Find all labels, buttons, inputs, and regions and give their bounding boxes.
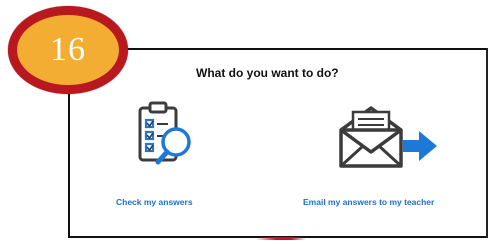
envelope-arrow-icon[interactable]: [333, 100, 445, 172]
step-number: 16: [50, 31, 86, 68]
dialog-question: What do you want to do?: [196, 66, 339, 80]
check-answers-label[interactable]: Check my answers: [116, 197, 193, 207]
email-answers-label[interactable]: Email my answers to my teacher: [303, 197, 434, 207]
dialog-panel-right-edge: [486, 48, 488, 238]
clipboard-magnifier-icon[interactable]: [134, 100, 198, 172]
email-answers-option[interactable]: Email my answers to my teacher: [295, 100, 485, 210]
step-number-badge-fill: 16: [17, 15, 119, 85]
red-underline-mark: [256, 237, 306, 240]
check-answers-option[interactable]: Check my answers: [110, 100, 220, 210]
screenshot: What do you want to do? Check my answers: [0, 0, 492, 244]
step-number-badge: 16: [8, 6, 128, 94]
